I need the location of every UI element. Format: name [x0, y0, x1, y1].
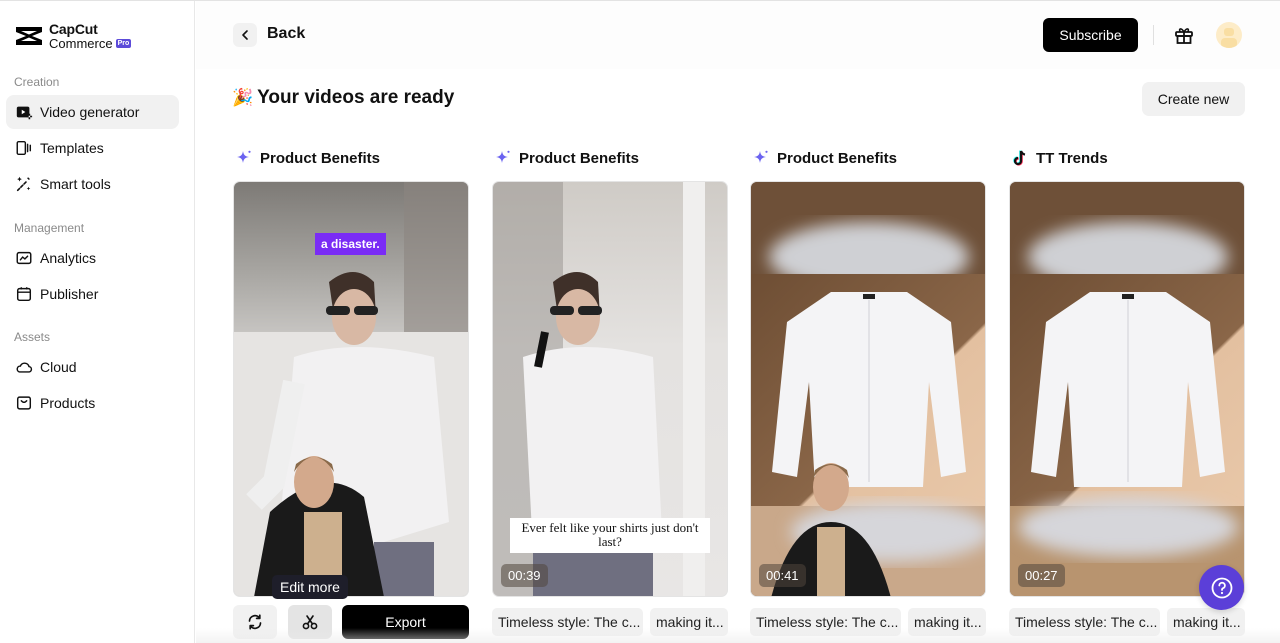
- script-chips: Timeless style: The c... making it...: [492, 608, 728, 636]
- section-label-assets: Assets: [14, 330, 51, 344]
- sidebar-item-cloud[interactable]: Cloud: [6, 350, 179, 384]
- video-caption: a disaster.: [315, 233, 386, 255]
- script-chip[interactable]: Timeless style: The c...: [750, 608, 901, 636]
- sidebar-item-label: Analytics: [40, 250, 97, 266]
- sidebar-item-label: Video generator: [40, 104, 140, 120]
- back-link[interactable]: Back: [267, 25, 305, 43]
- script-chip[interactable]: making it...: [1167, 608, 1245, 636]
- video-thumbnail[interactable]: 00:41: [750, 181, 986, 597]
- top-border: [0, 0, 1280, 1]
- sidebar-item-templates[interactable]: Templates: [6, 131, 179, 165]
- back-button[interactable]: [233, 23, 257, 47]
- magic-wand-icon: [14, 174, 34, 194]
- sidebar-item-video-generator[interactable]: Video generator: [6, 95, 179, 129]
- video-actions: Edit more Export: [233, 575, 469, 639]
- gift-icon[interactable]: [1173, 24, 1195, 46]
- scissors-icon: [302, 615, 318, 630]
- script-chip[interactable]: making it...: [650, 608, 728, 636]
- help-question-icon: [1211, 577, 1232, 598]
- script-chips: Timeless style: The c... making it...: [750, 608, 986, 636]
- script-chip[interactable]: Timeless style: The c...: [1009, 608, 1160, 636]
- brand-name: CapCut: [49, 21, 98, 37]
- help-button[interactable]: [1199, 565, 1244, 610]
- regenerate-button[interactable]: [233, 605, 277, 639]
- video-card: Product Benefits 00:41 Timeless style: T…: [750, 148, 986, 636]
- video-card: Product Benefits Ever felt like your shi…: [492, 148, 728, 636]
- chevron-left-icon: [242, 30, 248, 40]
- edit-more-tooltip: Edit more: [272, 575, 348, 599]
- video-plus-icon: [14, 102, 34, 122]
- product-box-icon: [14, 393, 34, 413]
- sparkle-icon: [496, 150, 510, 163]
- refresh-icon: [248, 614, 262, 630]
- edit-more-button[interactable]: [288, 605, 332, 639]
- page-title: 🎉 Your videos are ready: [232, 87, 454, 109]
- subscribe-button[interactable]: Subscribe: [1043, 18, 1138, 52]
- video-duration: 00:41: [759, 564, 806, 587]
- video-card: TT Trends 00:27 Timeless style: The c...…: [1009, 148, 1245, 636]
- sidebar-item-label: Smart tools: [40, 176, 111, 192]
- sparkle-icon: [754, 150, 768, 163]
- section-label-management: Management: [14, 221, 85, 235]
- sidebar-item-label: Cloud: [40, 359, 77, 375]
- card-title: TT Trends: [1036, 149, 1108, 167]
- video-preview-image: [1010, 182, 1244, 596]
- brand-subname: Commerce: [49, 36, 113, 51]
- sidebar-item-publisher[interactable]: Publisher: [6, 277, 179, 311]
- script-chips: Timeless style: The c... making it...: [1009, 608, 1245, 636]
- video-preview-image: [751, 182, 985, 596]
- card-title: Product Benefits: [519, 149, 640, 167]
- sidebar-item-products[interactable]: Products: [6, 386, 179, 420]
- pro-badge: Pro: [115, 38, 132, 49]
- user-avatar[interactable]: [1216, 22, 1242, 48]
- templates-icon: [14, 138, 34, 158]
- calendar-icon: [14, 284, 34, 304]
- party-popper-icon: 🎉: [232, 88, 254, 107]
- page-title-text: Your videos are ready: [257, 87, 455, 108]
- user-avatar-icon: [1221, 28, 1237, 48]
- analytics-chart-icon: [14, 248, 34, 268]
- tiktok-icon: [1013, 150, 1026, 166]
- cloud-icon: [14, 357, 34, 377]
- video-duration: 00:27: [1018, 564, 1065, 587]
- sidebar: CapCut Commerce Pro Creation Video gener…: [0, 0, 195, 643]
- sidebar-item-analytics[interactable]: Analytics: [6, 241, 179, 275]
- sidebar-item-label: Publisher: [40, 286, 99, 302]
- video-card: Product Benefits a disaster. Edit more E…: [233, 148, 469, 639]
- video-caption: Ever felt like your shirts just don't la…: [510, 518, 710, 553]
- sparkle-icon: [237, 150, 251, 163]
- video-thumbnail[interactable]: a disaster.: [233, 181, 469, 597]
- top-header: Back Subscribe: [196, 1, 1280, 69]
- create-new-button[interactable]: Create new: [1142, 82, 1245, 116]
- card-title: Product Benefits: [777, 149, 898, 167]
- export-button[interactable]: Export: [342, 605, 469, 639]
- capcut-logo-icon: [16, 27, 42, 45]
- video-thumbnail[interactable]: Ever felt like your shirts just don't la…: [492, 181, 728, 597]
- header-divider: [1153, 25, 1154, 45]
- capcut-commerce-logo[interactable]: CapCut Commerce Pro: [14, 21, 132, 51]
- video-thumbnail[interactable]: 00:27: [1009, 181, 1245, 597]
- script-chip[interactable]: Timeless style: The c...: [492, 608, 643, 636]
- sidebar-item-label: Products: [40, 395, 96, 411]
- script-chip[interactable]: making it...: [908, 608, 986, 636]
- card-title: Product Benefits: [260, 149, 381, 167]
- sidebar-item-smart-tools[interactable]: Smart tools: [6, 167, 179, 201]
- sidebar-item-label: Templates: [40, 140, 104, 156]
- section-label-creation: Creation: [14, 75, 60, 89]
- video-duration: 00:39: [501, 564, 548, 587]
